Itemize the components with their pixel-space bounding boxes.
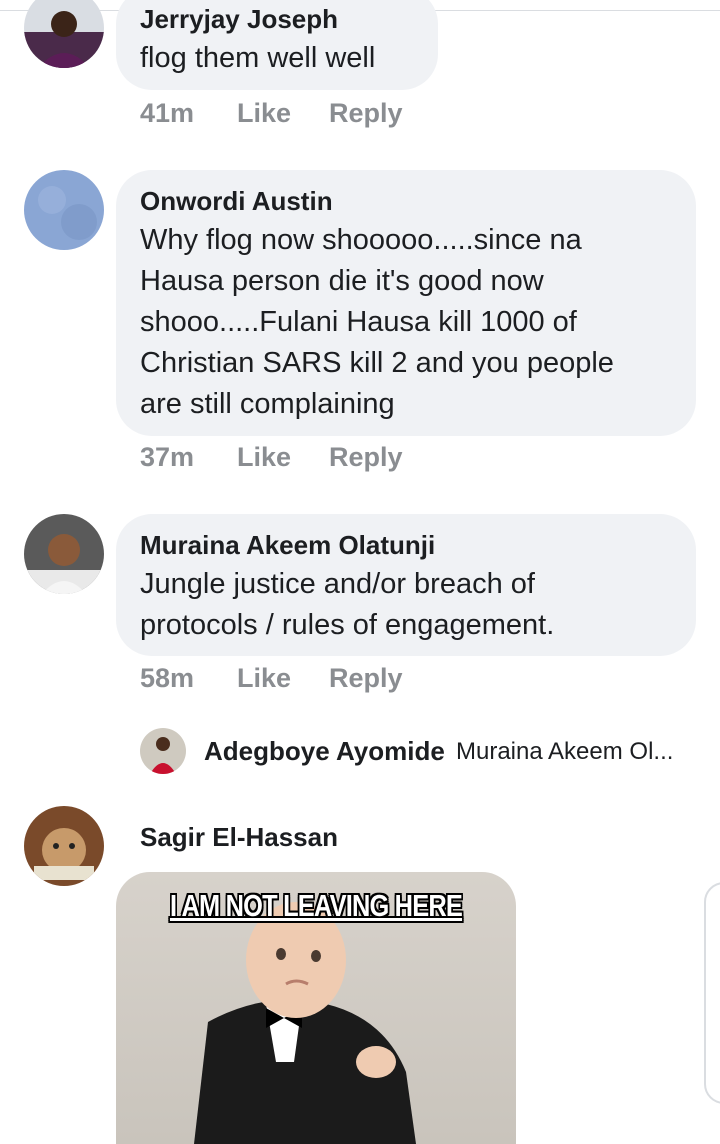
like-button[interactable]: Like xyxy=(237,442,291,473)
comment-text-line: protocols / rules of engagement. xyxy=(140,609,555,641)
comment-author[interactable]: Onwordi Austin xyxy=(140,186,333,217)
comment-time[interactable]: 37m xyxy=(140,442,194,473)
comment-text-line: are still complaining xyxy=(140,388,395,420)
comment-text: flog them well well xyxy=(140,42,376,74)
avatar[interactable] xyxy=(24,0,104,68)
meme-caption: I AM NOT LEAVING HERE xyxy=(169,888,463,923)
comment-author[interactable]: Jerryjay Joseph xyxy=(140,4,338,35)
side-scroll-handle[interactable] xyxy=(704,882,720,1104)
reply-button[interactable]: Reply xyxy=(329,663,403,694)
like-button[interactable]: Like xyxy=(237,663,291,694)
comment-bubble: Muraina Akeem Olatunji Jungle justice an… xyxy=(116,514,696,656)
comment-time[interactable]: 41m xyxy=(140,98,194,129)
reply-button[interactable]: Reply xyxy=(329,442,403,473)
comment-author[interactable]: Muraina Akeem Olatunji xyxy=(140,530,435,561)
reply-preview[interactable]: Adegboye Ayomide Muraina Akeem Ol... xyxy=(140,726,700,774)
avatar[interactable] xyxy=(24,170,104,250)
comment-bubble: Onwordi Austin Why flog now shooooo.....… xyxy=(116,170,696,436)
comment-text-line: Christian SARS kill 2 and you people xyxy=(140,347,614,379)
avatar xyxy=(140,728,186,774)
comment-bubble: Jerryjay Joseph flog them well well xyxy=(116,0,438,90)
reply-preview-text: Muraina Akeem Ol... xyxy=(456,738,674,765)
avatar[interactable] xyxy=(24,806,104,886)
reply-button[interactable]: Reply xyxy=(329,98,403,129)
comment-author[interactable]: Sagir El-Hassan xyxy=(140,822,338,853)
comment-text-line: shooo.....Fulani Hausa kill 1000 of xyxy=(140,306,577,338)
comment-text-line: Why flog now shooooo.....since na xyxy=(140,224,582,256)
avatar[interactable] xyxy=(24,514,104,594)
meme-image[interactable]: I AM NOT LEAVING HERE xyxy=(116,872,516,1144)
reply-author[interactable]: Adegboye Ayomide xyxy=(204,736,445,767)
comment-time[interactable]: 58m xyxy=(140,663,194,694)
comment-text-line: Jungle justice and/or breach of xyxy=(140,568,535,600)
comment-text-line: Hausa person die it's good now xyxy=(140,265,544,297)
like-button[interactable]: Like xyxy=(237,98,291,129)
